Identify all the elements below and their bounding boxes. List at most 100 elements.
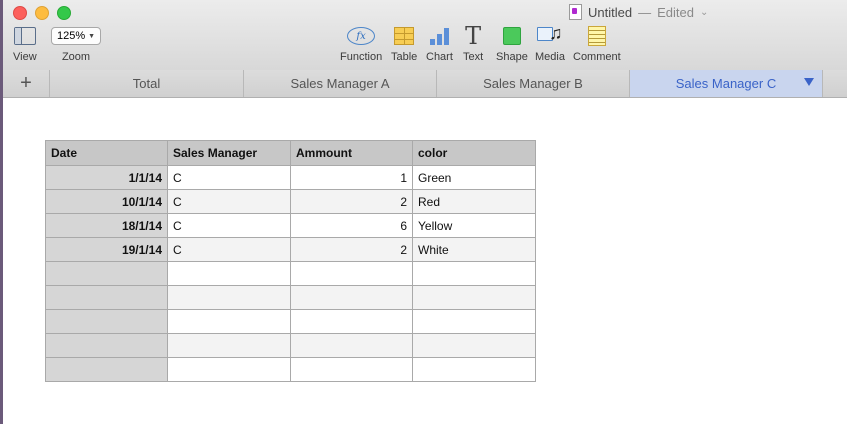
document-title[interactable]: Untitled — Edited ⌄ xyxy=(569,4,708,20)
tab-label: Sales Manager A xyxy=(290,76,390,91)
table-cell[interactable]: Yellow xyxy=(412,213,536,238)
function-icon: fx xyxy=(347,27,376,45)
title-separator: — xyxy=(638,4,652,20)
table-cell[interactable] xyxy=(167,309,291,334)
table-cell[interactable] xyxy=(290,285,413,310)
table-row: 10/1/14 C 2 Red xyxy=(45,189,536,214)
comment-label: Comment xyxy=(573,51,621,63)
table-cell[interactable] xyxy=(45,261,168,286)
comment-icon xyxy=(587,26,606,46)
table-cell[interactable] xyxy=(412,261,536,286)
table-cell[interactable] xyxy=(412,309,536,334)
table-cell[interactable]: C xyxy=(167,189,291,214)
table-cell[interactable] xyxy=(167,261,291,286)
table-cell[interactable] xyxy=(290,261,413,286)
table-row: 19/1/14 C 2 White xyxy=(45,237,536,262)
shape-icon xyxy=(502,27,521,45)
table-cell[interactable]: White xyxy=(412,237,536,262)
table-cell[interactable]: C xyxy=(167,237,291,262)
add-sheet-button[interactable]: + xyxy=(3,70,50,97)
text-button[interactable]: T Text xyxy=(463,24,483,63)
table-cell[interactable]: Green xyxy=(412,165,536,190)
numbers-window: Untitled — Edited ⌄ View 125% ▼ Zoom fx … xyxy=(3,0,847,424)
comment-button[interactable]: Comment xyxy=(573,24,621,63)
table-cell[interactable]: 10/1/14 xyxy=(45,189,168,214)
table-cell[interactable] xyxy=(45,285,168,310)
function-label: Function xyxy=(340,51,383,63)
table-cell[interactable] xyxy=(290,333,413,358)
minimize-window-button[interactable] xyxy=(35,6,49,20)
table-header-row: Date Sales Manager Ammount color xyxy=(45,140,536,166)
table-cell[interactable] xyxy=(167,333,291,358)
chart-icon xyxy=(429,27,449,45)
tab-label: Total xyxy=(132,76,161,91)
view-label: View xyxy=(13,51,37,63)
table-cell[interactable] xyxy=(45,333,168,358)
window-controls xyxy=(13,6,71,20)
table-cell[interactable]: 1 xyxy=(290,165,413,190)
chevron-down-icon: ⌄ xyxy=(699,6,709,18)
shape-label: Shape xyxy=(496,51,528,63)
tab-sales-manager-c[interactable]: Sales Manager C xyxy=(630,70,823,97)
table-row xyxy=(45,309,536,334)
tab-label: Sales Manager C xyxy=(675,76,777,91)
tab-sales-manager-b[interactable]: Sales Manager B xyxy=(437,70,630,97)
tab-total[interactable]: Total xyxy=(50,70,244,97)
table-cell[interactable] xyxy=(45,357,168,382)
table-cell[interactable] xyxy=(167,357,291,382)
dropdown-arrow-icon: ▼ xyxy=(88,32,95,40)
table-cell[interactable]: C xyxy=(167,213,291,238)
shape-button[interactable]: Shape xyxy=(496,24,528,63)
table-cell[interactable]: 2 xyxy=(290,237,413,262)
media-icon: ♫ xyxy=(536,24,563,46)
table-cell[interactable] xyxy=(412,333,536,358)
table-cell[interactable]: C xyxy=(167,165,291,190)
document-status: Edited xyxy=(657,4,694,20)
sheet-tabs-bar: + Total Sales Manager A Sales Manager B … xyxy=(3,70,847,98)
table-button[interactable]: Table xyxy=(391,24,417,63)
table-cell[interactable] xyxy=(45,309,168,334)
table-cell[interactable] xyxy=(412,285,536,310)
document-icon xyxy=(569,4,582,20)
tab-label: Sales Manager B xyxy=(483,76,583,91)
table-row xyxy=(45,333,536,358)
function-button[interactable]: fx Function xyxy=(340,24,382,63)
zoom-window-button[interactable] xyxy=(57,6,71,20)
media-label: Media xyxy=(535,51,565,63)
table-cell[interactable]: Red xyxy=(412,189,536,214)
table-row xyxy=(45,357,536,382)
zoom-control[interactable]: 125% ▼ Zoom xyxy=(51,24,101,63)
view-button[interactable]: View xyxy=(13,24,37,63)
media-button[interactable]: ♫ Media xyxy=(535,24,565,63)
text-icon: T xyxy=(465,22,482,50)
table-cell[interactable]: 18/1/14 xyxy=(45,213,168,238)
text-label: Text xyxy=(463,51,484,63)
table-row xyxy=(45,285,536,310)
zoom-select[interactable]: 125% ▼ xyxy=(51,27,101,45)
table-cell[interactable] xyxy=(290,309,413,334)
table-cell[interactable]: 19/1/14 xyxy=(45,237,168,262)
table-cell[interactable] xyxy=(412,357,536,382)
table-cell[interactable]: 1/1/14 xyxy=(45,165,168,190)
table-cell[interactable] xyxy=(290,357,413,382)
chart-label: Chart xyxy=(426,51,453,63)
zoom-value: 125% xyxy=(57,30,86,42)
table-cell[interactable] xyxy=(167,285,291,310)
table-label: Table xyxy=(391,51,418,63)
tab-sales-manager-a[interactable]: Sales Manager A xyxy=(244,70,437,97)
close-window-button[interactable] xyxy=(13,6,27,20)
document-name: Untitled xyxy=(588,4,633,20)
table-row: 18/1/14 C 6 Yellow xyxy=(45,213,536,238)
data-table[interactable]: Date Sales Manager Ammount color 1/1/14 … xyxy=(45,140,536,382)
header-cell[interactable]: color xyxy=(412,140,536,166)
table-cell[interactable]: 6 xyxy=(290,213,413,238)
header-cell[interactable]: Ammount xyxy=(290,140,413,166)
tab-menu-arrow-icon[interactable] xyxy=(804,78,814,86)
table-row xyxy=(45,261,536,286)
chart-button[interactable]: Chart xyxy=(426,24,453,63)
toolbar: Untitled — Edited ⌄ View 125% ▼ Zoom fx … xyxy=(3,0,847,71)
table-cell[interactable]: 2 xyxy=(290,189,413,214)
table-row: 1/1/14 C 1 Green xyxy=(45,165,536,190)
header-cell[interactable]: Date xyxy=(45,140,168,166)
header-cell[interactable]: Sales Manager xyxy=(167,140,291,166)
